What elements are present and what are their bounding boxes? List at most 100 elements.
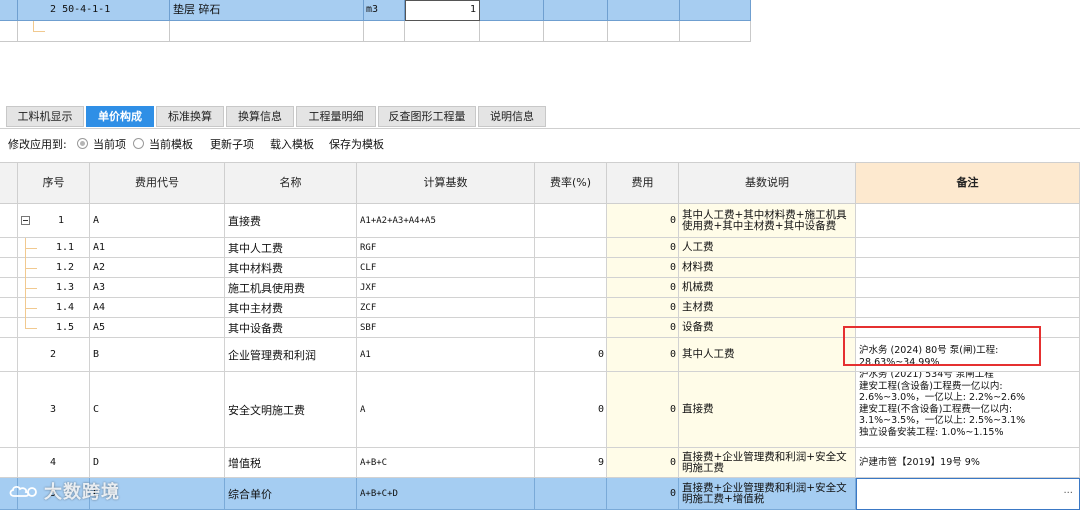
fee-cell-text: 0 xyxy=(669,302,676,313)
tree-branch xyxy=(25,288,37,289)
radio-current-item[interactable]: 当前项 xyxy=(77,132,126,158)
save-as-template-button[interactable]: 保存为模板 xyxy=(329,132,384,158)
fee-code-cell-text: A2 xyxy=(93,262,106,273)
calc-base-cell-text: A1 xyxy=(360,349,371,360)
header-name[interactable]: 名称 xyxy=(225,162,357,204)
row-header-cell[interactable] xyxy=(0,278,18,298)
name-cell[interactable]: 其中材料费 xyxy=(225,258,357,278)
calc-base-cell[interactable]: A+B+C xyxy=(357,448,535,478)
row-header-cell[interactable] xyxy=(0,448,18,478)
base-desc-cell: 直接费 xyxy=(679,372,856,448)
rate-cell[interactable]: 0 xyxy=(535,338,607,372)
note-cell[interactable] xyxy=(856,238,1080,258)
base-desc-cell: 材料费 xyxy=(679,258,856,278)
name-cell[interactable]: 增值税 xyxy=(225,448,357,478)
note-edit-ellipsis-button[interactable]: ··· xyxy=(1063,488,1073,499)
rate-cell[interactable] xyxy=(535,204,607,238)
note-cell[interactable]: 沪建市管【2019】19号 9% xyxy=(856,448,1080,478)
row-header-cell[interactable] xyxy=(0,204,18,238)
name-cell-text: 企业管理费和利润 xyxy=(228,348,316,362)
name-cell[interactable]: 综合单价 xyxy=(225,478,357,510)
row-header-cell[interactable] xyxy=(0,318,18,338)
header-fee[interactable]: 费用 xyxy=(607,162,679,204)
calc-base-cell-text: CLF xyxy=(360,262,377,273)
calc-base-cell[interactable]: A xyxy=(357,372,535,448)
calc-base-cell[interactable]: JXF xyxy=(357,278,535,298)
tab-labor-material-machine[interactable]: 工料机显示 xyxy=(6,106,84,127)
name-cell[interactable]: 其中设备费 xyxy=(225,318,357,338)
calc-base-cell[interactable]: A+B+C+D xyxy=(357,478,535,510)
name-cell-text: 其中材料费 xyxy=(228,261,283,275)
fee-code-cell[interactable]: A4 xyxy=(90,298,225,318)
base-desc-cell: 其中人工费 xyxy=(679,338,856,372)
calc-base-cell[interactable]: CLF xyxy=(357,258,535,278)
row-header-cell[interactable] xyxy=(0,238,18,258)
calc-base-cell[interactable]: SBF xyxy=(357,318,535,338)
tab-conversion-info[interactable]: 换算信息 xyxy=(226,106,294,127)
name-cell[interactable]: 其中人工费 xyxy=(225,238,357,258)
note-cell[interactable] xyxy=(856,258,1080,278)
fee-code-cell[interactable]: A1 xyxy=(90,238,225,258)
header-seq[interactable]: 序号 xyxy=(18,162,90,204)
rate-cell[interactable] xyxy=(535,278,607,298)
fee-code-cell[interactable]: A xyxy=(90,204,225,238)
note-cell[interactable]: 沪水务 (2021) 534号 泵闸工程 建安工程(含设备)工程费一亿以内: 2… xyxy=(856,372,1080,448)
rate-cell[interactable] xyxy=(535,298,607,318)
name-cell[interactable]: 施工机具使用费 xyxy=(225,278,357,298)
rate-cell[interactable] xyxy=(535,318,607,338)
load-template-button[interactable]: 载入模板 xyxy=(270,132,314,158)
rate-cell[interactable]: 9 xyxy=(535,448,607,478)
tab-quantity-detail[interactable]: 工程量明细 xyxy=(296,106,376,127)
row-header-cell[interactable] xyxy=(0,338,18,372)
row-header-cell[interactable] xyxy=(0,258,18,278)
calc-base-cell-text: A+B+C+D xyxy=(360,488,398,499)
tab-reverse-graphic-quantity[interactable]: 反查图形工程量 xyxy=(378,106,476,127)
fee-code-cell[interactable]: D xyxy=(90,448,225,478)
rate-cell[interactable] xyxy=(535,238,607,258)
note-cell-text xyxy=(856,298,1079,307)
fee-code-cell[interactable]: A2 xyxy=(90,258,225,278)
name-cell[interactable]: 其中主材费 xyxy=(225,298,357,318)
calc-base-cell[interactable]: ZCF xyxy=(357,298,535,318)
header-calc-base[interactable]: 计算基数 xyxy=(357,162,535,204)
calc-base-cell[interactable]: A1 xyxy=(357,338,535,372)
header-fee-code[interactable]: 费用代号 xyxy=(90,162,225,204)
base-desc-cell: 主材费 xyxy=(679,298,856,318)
note-cell[interactable]: ··· xyxy=(856,478,1080,510)
fee-code-cell[interactable]: B xyxy=(90,338,225,372)
fee-code-cell[interactable]: C xyxy=(90,372,225,448)
rate-cell[interactable]: 0 xyxy=(535,372,607,448)
header-rate[interactable]: 费率(%) xyxy=(535,162,607,204)
fee-cell: 0 xyxy=(607,238,679,258)
tab-unit-price-composition[interactable]: 单价构成 xyxy=(86,106,154,127)
rate-cell[interactable] xyxy=(535,258,607,278)
note-cell[interactable] xyxy=(856,278,1080,298)
rate-cell[interactable] xyxy=(535,478,607,510)
note-cell[interactable] xyxy=(856,298,1080,318)
tree-line xyxy=(25,318,26,328)
calc-base-cell-text: A+B+C xyxy=(360,457,388,468)
tab-standard-conversion[interactable]: 标准换算 xyxy=(156,106,224,127)
name-cell[interactable]: 直接费 xyxy=(225,204,357,238)
header-base-desc[interactable]: 基数说明 xyxy=(679,162,856,204)
base-desc-cell-text: 直接费 xyxy=(682,403,714,415)
fee-cell: 0 xyxy=(607,278,679,298)
quantity-input[interactable]: 1 xyxy=(405,0,480,21)
row-header-cell[interactable] xyxy=(0,298,18,318)
calc-base-cell[interactable]: A1+A2+A3+A4+A5 xyxy=(357,204,535,238)
calc-base-cell[interactable]: RGF xyxy=(357,238,535,258)
row-header-cell[interactable] xyxy=(0,372,18,448)
update-subitem-button[interactable]: 更新子项 xyxy=(210,132,254,158)
header-note[interactable]: 备注 xyxy=(856,162,1080,204)
note-cell[interactable] xyxy=(856,204,1080,238)
radio-current-template[interactable]: 当前模板 xyxy=(133,132,193,158)
seq-cell: 4 xyxy=(18,448,90,478)
tree-line xyxy=(25,298,26,308)
collapse-icon[interactable] xyxy=(21,216,30,225)
tab-description-info[interactable]: 说明信息 xyxy=(478,106,546,127)
fee-code-cell[interactable]: A3 xyxy=(90,278,225,298)
name-cell[interactable]: 企业管理费和利润 xyxy=(225,338,357,372)
tab-bar: 工料机显示 单价构成 标准换算 换算信息 工程量明细 反查图形工程量 说明信息 xyxy=(0,104,1080,129)
name-cell[interactable]: 安全文明施工费 xyxy=(225,372,357,448)
fee-code-cell[interactable]: A5 xyxy=(90,318,225,338)
